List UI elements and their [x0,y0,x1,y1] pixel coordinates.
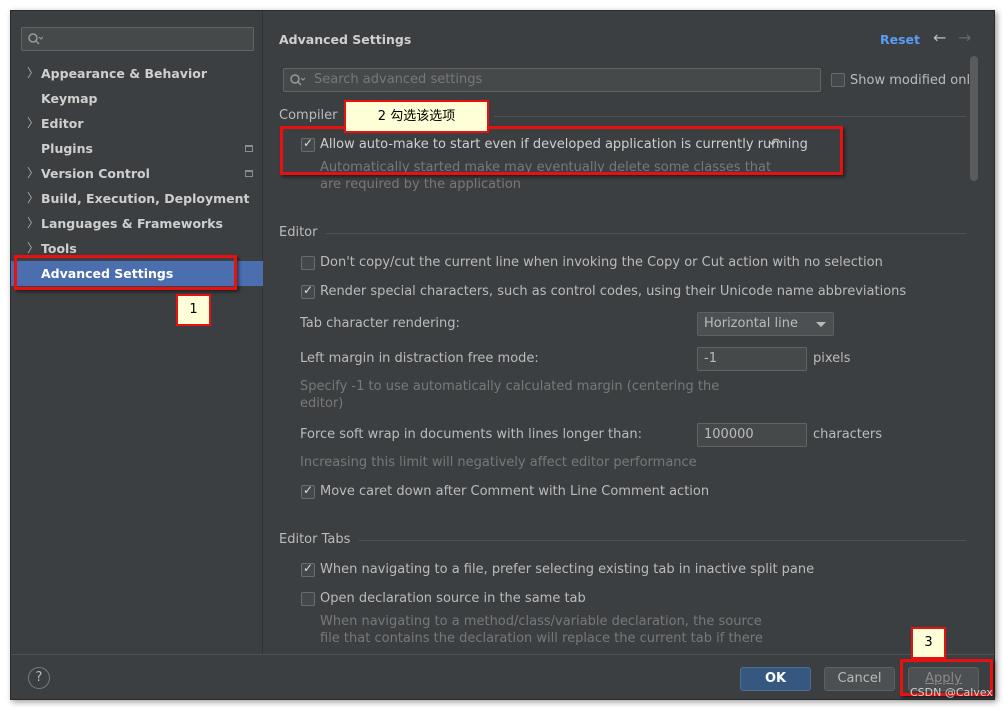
prefer-existing-tab-checkbox[interactable] [301,561,315,577]
open-same-tab-checkbox[interactable] [301,592,315,606]
sidebar-search-input[interactable] [21,27,254,51]
editor-tabs-section-label: Editor Tabs [279,532,351,547]
soft-wrap-label: Force soft wrap in documents with lines … [300,427,642,442]
annotation-box-1 [14,255,237,290]
tab-rendering-dropdown[interactable]: Horizontal line [697,312,834,336]
settings-window: 〉 Appearance & Behavior Keymap 〉 Editor … [10,10,995,700]
open-same-tab-hint-1: When navigating to a method/class/variab… [320,614,762,629]
soft-wrap-unit: characters [813,427,883,442]
chevron-right-icon: 〉 [27,216,40,230]
sidebar-item-plugins[interactable]: Plugins [11,136,263,161]
scrollbar[interactable] [970,56,978,181]
editor-section-label: Editor [279,225,318,240]
move-caret-checkbox[interactable] [301,483,315,499]
sidebar-item-languages-frameworks[interactable]: 〉 Languages & Frameworks [11,211,263,236]
editor-tabs-separator [359,540,966,541]
show-modified-checkbox[interactable] [831,73,845,87]
prefer-existing-tab-label: When navigating to a file, prefer select… [320,562,815,577]
left-margin-input[interactable]: -1 [697,347,807,371]
tab-rendering-label: Tab character rendering: [300,316,460,331]
open-same-tab-label: Open declaration source in the same tab [320,591,586,606]
left-margin-hint-1: Specify -1 to use automatically calculat… [300,379,720,394]
annotation-note-1: 1 [176,294,211,326]
sidebar-item-editor[interactable]: 〉 Editor [11,111,263,136]
open-same-tab-hint-2: file that contains the declaration will … [320,631,763,646]
search-input[interactable]: Search advanced settings [283,68,821,92]
soft-wrap-input[interactable]: 100000 [697,423,807,447]
chevron-down-icon [816,322,826,327]
dont-copy-checkbox[interactable] [301,256,315,270]
help-button[interactable]: ? [28,667,50,689]
forward-arrow-icon[interactable]: → [958,28,971,47]
back-arrow-icon[interactable]: ← [933,28,946,47]
annotation-note-2: 2 勾选该选项 [344,100,489,133]
chevron-right-icon: 〉 [27,66,40,80]
left-margin-hint-2: editor) [300,396,344,411]
sidebar: 〉 Appearance & Behavior Keymap 〉 Editor … [11,11,263,654]
left-margin-unit: pixels [813,351,851,366]
sidebar-item-version-control[interactable]: 〉 Version Control [11,161,263,186]
annotation-note-3: 3 [911,627,946,659]
chevron-right-icon: 〉 [27,116,40,130]
cancel-button[interactable]: Cancel [824,667,895,691]
soft-wrap-hint: Increasing this limit will negatively af… [300,455,697,470]
watermark: CSDN @Calvex [910,686,993,699]
move-caret-label: Move caret down after Comment with Line … [320,484,710,499]
compiler-section-label: Compiler [279,108,338,123]
dont-copy-label: Don't copy/cut the current line when inv… [320,255,883,270]
search-icon [289,72,306,92]
compiler-separator [494,116,966,117]
page-title: Advanced Settings [279,32,412,47]
ok-button[interactable]: OK [740,667,811,691]
search-icon [27,31,44,51]
sidebar-item-appearance-behavior[interactable]: 〉 Appearance & Behavior [11,61,263,86]
sidebar-item-keymap[interactable]: Keymap [11,86,263,111]
auto-make-hint-2: are required by the application [320,177,522,192]
project-settings-icon [245,170,253,177]
editor-separator [326,233,966,234]
project-settings-icon [245,145,253,152]
render-special-checkbox[interactable] [301,283,315,299]
render-special-label: Render special characters, such as contr… [320,284,907,299]
dialog-footer: ? OK Cancel Apply [11,654,994,699]
chevron-right-icon: 〉 [27,191,40,205]
chevron-right-icon: 〉 [27,166,40,180]
reset-link[interactable]: Reset [880,32,920,47]
show-modified-label: Show modified only [850,73,978,88]
sidebar-item-build-execution-deployment[interactable]: 〉 Build, Execution, Deployment [11,186,263,211]
left-margin-label: Left margin in distraction free mode: [300,351,539,366]
search-placeholder: Search advanced settings [314,72,483,87]
annotation-box-2 [280,126,843,175]
sidebar-nav: 〉 Appearance & Behavior Keymap 〉 Editor … [11,61,263,286]
